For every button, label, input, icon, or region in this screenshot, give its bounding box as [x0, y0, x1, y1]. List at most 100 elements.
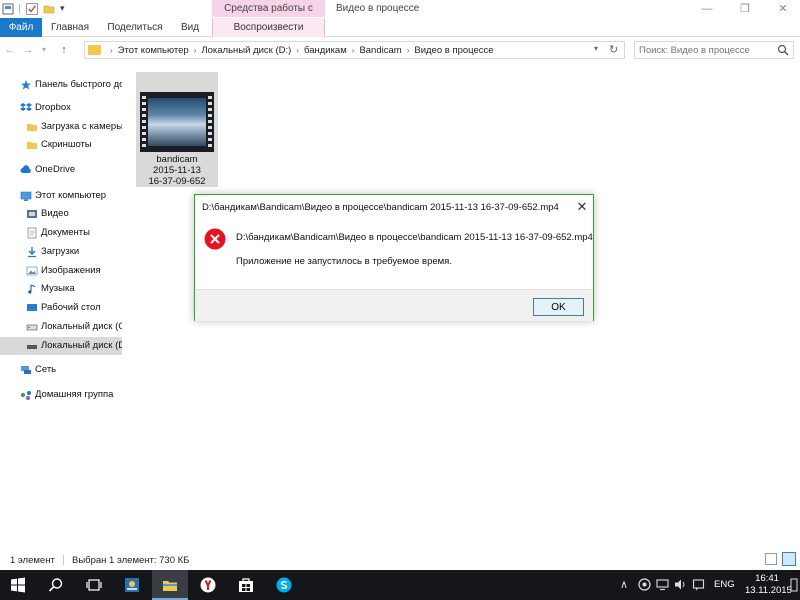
file-item[interactable]: bandicam 2015-11-13 16-37-09-652 [136, 72, 218, 187]
maximize-button[interactable]: ❐ [738, 2, 752, 16]
up-button[interactable]: ↑ [58, 43, 70, 57]
search-input[interactable] [639, 43, 773, 57]
sidebar-item-this-pc[interactable]: Этот компьютер [0, 187, 122, 205]
sidebar-item-onedrive[interactable]: OneDrive [0, 161, 122, 179]
desktop-folder-icon [27, 304, 37, 311]
task-view-button[interactable] [76, 570, 112, 600]
quick-access-new-folder-icon[interactable] [43, 3, 55, 15]
back-button[interactable]: ← [4, 43, 16, 57]
sidebar-item-label: Видео [41, 208, 69, 219]
task-view-icon [86, 579, 102, 591]
sidebar-item-label: Документы [41, 227, 90, 238]
dialog-footer: OK [195, 289, 593, 321]
sidebar-item-videos[interactable]: Видео [0, 205, 122, 223]
sidebar-item-label: Этот компьютер [35, 190, 107, 201]
window-title: Видео в процессе [336, 3, 420, 14]
minimize-button[interactable]: — [700, 2, 714, 16]
sidebar-item-downloads[interactable]: Загрузки [0, 243, 122, 261]
sidebar-item-drive-d[interactable]: Локальный диск (D:) [0, 337, 122, 355]
file-name-line: 2015-11-13 [153, 165, 201, 176]
sidebar-item-label: Музыка [41, 283, 75, 294]
clock-time[interactable]: 16:41 [745, 573, 789, 584]
navigation-bar: ← → ▾ ↑ › Этот компьютер › Локальный диск (… [0, 38, 800, 62]
search-box[interactable] [634, 41, 794, 59]
ribbon-tabs: Файл Главная Поделиться Вид Воспроизвест… [0, 18, 800, 37]
quick-access-dropdown-icon[interactable]: ▾ [60, 3, 65, 14]
forward-button[interactable]: → [22, 43, 34, 57]
breadcrumb-this-pc[interactable]: Этот компьютер [118, 45, 189, 56]
sidebar-item-music[interactable]: Музыка [0, 280, 122, 298]
navigation-pane: Панель быстрого доступа Dropbox Загрузка… [0, 70, 122, 540]
input-language-indicator[interactable]: ENG [714, 579, 735, 590]
tab-share[interactable]: Поделиться [100, 18, 170, 37]
sidebar-item-label: Домашняя группа [35, 389, 114, 400]
network-status-icon[interactable] [656, 578, 669, 591]
sidebar-item-camera-uploads[interactable]: Загрузка с камеры [0, 118, 122, 136]
folder-icon [27, 124, 37, 131]
address-history-dropdown-icon[interactable]: ▾ [594, 44, 598, 53]
breadcrumb-bandicam[interactable]: Bandicam [359, 45, 401, 56]
action-center-icon[interactable] [692, 578, 705, 591]
sidebar-item-desktop[interactable]: Рабочий стол [0, 299, 122, 317]
recent-locations-button[interactable]: ▾ [38, 43, 50, 57]
pictures-folder-icon [26, 266, 38, 276]
close-window-button[interactable]: ✕ [776, 2, 790, 16]
show-desktop-icon[interactable] [790, 578, 798, 592]
sidebar-item-screenshots[interactable]: Скриншоты [0, 136, 122, 154]
taskbar-skype[interactable] [266, 570, 302, 600]
tray-app-icon[interactable] [638, 578, 651, 591]
sidebar-item-quick-access[interactable]: Панель быстрого доступа [0, 76, 122, 94]
dialog-close-button[interactable]: ✕ [575, 199, 589, 215]
status-separator [63, 555, 64, 565]
breadcrumb-separator[interactable]: › [407, 46, 410, 55]
breadcrumb-separator[interactable]: › [194, 46, 197, 55]
folder-icon [27, 142, 37, 149]
search-icon[interactable] [777, 44, 789, 56]
item-count: 1 элемент [10, 555, 55, 566]
windows-start-icon [11, 577, 25, 593]
ok-button[interactable]: OK [533, 298, 584, 316]
tab-view[interactable]: Вид [172, 18, 208, 37]
breadcrumb-separator[interactable]: › [352, 46, 355, 55]
sidebar-item-pictures[interactable]: Изображения [0, 262, 122, 280]
sidebar-item-drive-c[interactable]: Локальный диск (C:) [0, 318, 122, 336]
sidebar-item-network[interactable]: Сеть [0, 361, 122, 379]
refresh-button[interactable]: ↻ [609, 43, 618, 56]
breadcrumb-bandikam[interactable]: бандикам [304, 45, 347, 56]
sidebar-item-documents[interactable]: Документы [0, 224, 122, 242]
start-button[interactable] [0, 570, 36, 600]
search-icon [48, 578, 63, 592]
breadcrumb-video-in-progress[interactable]: Видео в процессе [414, 45, 493, 56]
taskbar-store[interactable] [228, 570, 264, 600]
sidebar-item-label: Сеть [35, 364, 57, 375]
tab-play[interactable]: Воспроизвести [212, 18, 325, 37]
quick-access-checkmark-icon[interactable] [26, 3, 38, 15]
quick-access-properties-icon[interactable] [2, 3, 14, 15]
sidebar-item-dropbox[interactable]: Dropbox [0, 99, 122, 117]
sidebar-item-homegroup[interactable]: Домашняя группа [0, 386, 122, 404]
volume-icon[interactable] [674, 578, 687, 591]
breadcrumb-drive-d[interactable]: Локальный диск (D:) [201, 45, 291, 56]
tab-home[interactable]: Главная [44, 18, 96, 37]
address-bar[interactable]: › Этот компьютер › Локальный диск (D:) › банд… [84, 41, 625, 59]
taskbar: ∧ ENG 16:41 13.11.2015 [0, 570, 800, 600]
star-icon [21, 80, 31, 90]
tray-overflow-button[interactable]: ∧ [620, 578, 628, 591]
drive-icon [26, 324, 38, 331]
quick-access-separator [19, 4, 20, 14]
title-bar: ▾ Средства работы с видео Видео в процес… [0, 0, 800, 31]
clock-date[interactable]: 13.11.2015 [745, 585, 792, 596]
taskbar-search-button[interactable] [38, 570, 74, 600]
large-icons-view-icon[interactable] [782, 552, 796, 566]
taskbar-file-explorer[interactable] [152, 570, 188, 600]
tab-file[interactable]: Файл [0, 18, 42, 37]
thumbnail-image [148, 98, 206, 146]
folder-icon [88, 45, 101, 55]
video-folder-icon [27, 210, 37, 218]
breadcrumb-separator[interactable]: › [296, 46, 299, 55]
taskbar-yandex-browser[interactable] [190, 570, 226, 600]
selection-info: Выбран 1 элемент: 730 КБ [72, 555, 190, 566]
details-view-icon[interactable] [765, 553, 777, 565]
film-strip-icon [142, 96, 146, 148]
taskbar-app[interactable] [114, 570, 150, 600]
